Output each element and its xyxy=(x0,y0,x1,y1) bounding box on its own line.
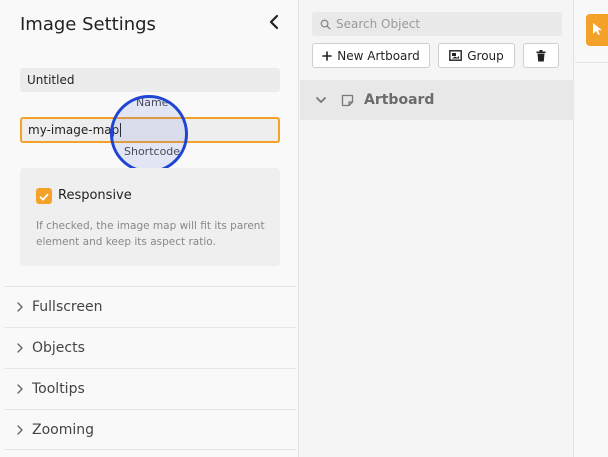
name-input-value: Untitled xyxy=(27,73,75,87)
section-label: Objects xyxy=(32,340,85,356)
objects-panel: Search Object New Artboard Group Artboar… xyxy=(300,0,574,457)
section-fullscreen[interactable]: Fullscreen xyxy=(4,286,296,327)
trash-icon xyxy=(536,49,546,62)
section-label: Zooming xyxy=(32,421,95,438)
new-artboard-label: New Artboard xyxy=(337,48,420,63)
chevron-right-icon xyxy=(12,340,28,356)
artboard-list-item[interactable]: Artboard xyxy=(300,80,574,120)
shortcode-input-value: my-image-map xyxy=(28,123,120,137)
chevron-left-icon xyxy=(268,14,280,34)
section-tooltips[interactable]: Tooltips xyxy=(4,368,296,409)
image-settings-panel: Image Settings Untitled Name my-image-ma… xyxy=(0,0,299,457)
group-button[interactable]: Group xyxy=(438,43,515,68)
responsive-checkbox[interactable] xyxy=(36,188,52,204)
plus-icon xyxy=(322,50,333,61)
checkmark-icon xyxy=(39,187,49,206)
artboard-label: Artboard xyxy=(364,92,435,108)
shortcode-input[interactable]: my-image-map xyxy=(20,117,280,143)
new-artboard-button[interactable]: New Artboard xyxy=(312,43,430,68)
section-label: Tooltips xyxy=(32,381,85,397)
section-zooming[interactable]: Zooming xyxy=(4,409,296,450)
select-tool-button[interactable] xyxy=(586,14,608,46)
name-input[interactable]: Untitled xyxy=(20,68,280,92)
group-label: Group xyxy=(467,48,504,63)
name-label: Name xyxy=(136,96,169,109)
section-label: Fullscreen xyxy=(32,299,103,315)
shortcode-label: Shortcode xyxy=(124,145,181,158)
search-icon xyxy=(318,17,332,31)
chevron-right-icon xyxy=(12,299,28,315)
responsive-help-text: If checked, the image map will fit its p… xyxy=(36,220,265,248)
text-caret xyxy=(120,123,122,137)
responsive-label: Responsive xyxy=(58,188,132,203)
cursor-arrow-icon xyxy=(592,21,604,40)
chevron-right-icon xyxy=(12,381,28,397)
section-objects[interactable]: Objects xyxy=(4,327,296,368)
collapse-panel-button[interactable] xyxy=(264,14,284,34)
panel-title: Image Settings xyxy=(20,14,156,35)
search-input[interactable]: Search Object xyxy=(312,12,562,36)
responsive-option: Responsive If checked, the image map wil… xyxy=(20,168,280,266)
canvas-area xyxy=(575,0,608,457)
group-image-icon xyxy=(449,50,463,61)
artboard-icon xyxy=(340,93,354,107)
canvas-toolbar xyxy=(575,0,608,63)
search-placeholder: Search Object xyxy=(336,17,421,31)
delete-button[interactable] xyxy=(523,43,559,68)
chevron-right-icon xyxy=(12,422,28,438)
chevron-down-icon[interactable] xyxy=(314,93,328,107)
